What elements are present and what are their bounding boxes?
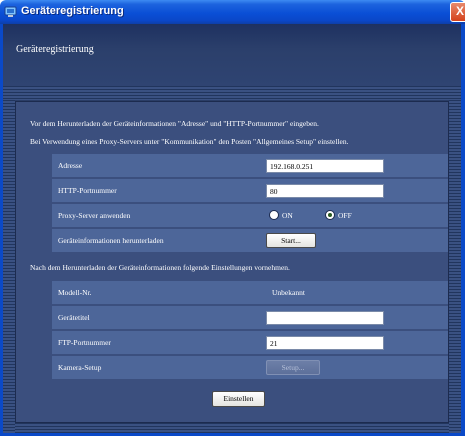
client-area: Geräteregistrierung Vor dem Herunterlade…: [3, 24, 461, 433]
row-camera-setup: Kamera-Setup Setup...: [52, 356, 448, 379]
row-http-port: HTTP-Portnummer 80: [52, 179, 448, 202]
window-title: Geräteregistrierung: [21, 5, 124, 17]
page-header: Geräteregistrierung: [3, 24, 461, 86]
row-proxy: Proxy-Server anwenden ON OFF: [52, 204, 448, 227]
page-title: Geräteregistrierung: [16, 44, 94, 55]
close-icon: X: [456, 4, 465, 18]
proxy-on-label[interactable]: ON: [282, 211, 293, 220]
window-frame: Geräteregistrierung Vor dem Herunterlade…: [0, 24, 465, 436]
device-title-input[interactable]: [266, 311, 384, 325]
start-button[interactable]: Start...: [266, 233, 316, 248]
right-stripes: [449, 100, 461, 433]
proxy-off-label[interactable]: OFF: [338, 211, 352, 220]
ftp-port-input[interactable]: 21: [266, 336, 384, 350]
bottom-stripes: [15, 423, 449, 433]
setup-button[interactable]: Setup...: [266, 360, 320, 375]
left-stripes: [3, 100, 15, 433]
camera-setup-label: Kamera-Setup: [58, 363, 102, 372]
top-stripes: [3, 86, 461, 100]
row-model: Modell-Nr. Unbekannt: [52, 281, 448, 304]
proxy-label: Proxy-Server anwenden: [58, 211, 131, 220]
http-port-input[interactable]: 80: [266, 184, 384, 198]
note-after-download: Nach dem Herunterladen der Geräteinforma…: [30, 263, 290, 272]
download-label: Geräteinformationen herunterladen: [58, 236, 164, 245]
close-button[interactable]: X: [450, 2, 465, 22]
device-title-label: Gerätetitel: [58, 313, 90, 322]
model-value: Unbekannt: [272, 288, 305, 297]
row-address: Adresse 192.168.0.251: [52, 154, 448, 177]
row-ftp-port: FTP-Portnummer 21: [52, 331, 448, 354]
address-label: Adresse: [58, 161, 83, 170]
settings-panel: Vor dem Herunterladen der Geräteinformat…: [15, 101, 449, 423]
ftp-port-label: FTP-Portnummer: [58, 338, 111, 347]
window-titlebar[interactable]: Geräteregistrierung X: [0, 0, 465, 24]
http-port-label: HTTP-Portnummer: [58, 186, 117, 195]
address-input[interactable]: 192.168.0.251: [266, 159, 384, 173]
model-label: Modell-Nr.: [58, 288, 92, 297]
row-device-title: Gerätetitel: [52, 306, 448, 329]
proxy-on-radio[interactable]: [269, 210, 279, 220]
apply-button[interactable]: Einstellen: [212, 391, 265, 407]
note-download-hint: Vor dem Herunterladen der Geräteinformat…: [30, 119, 319, 128]
app-icon: [4, 6, 17, 17]
row-download: Geräteinformationen herunterladen Start.…: [52, 229, 448, 252]
note-proxy-hint: Bei Verwendung eines Proxy-Servers unter…: [30, 137, 349, 146]
proxy-off-radio[interactable]: [325, 210, 335, 220]
